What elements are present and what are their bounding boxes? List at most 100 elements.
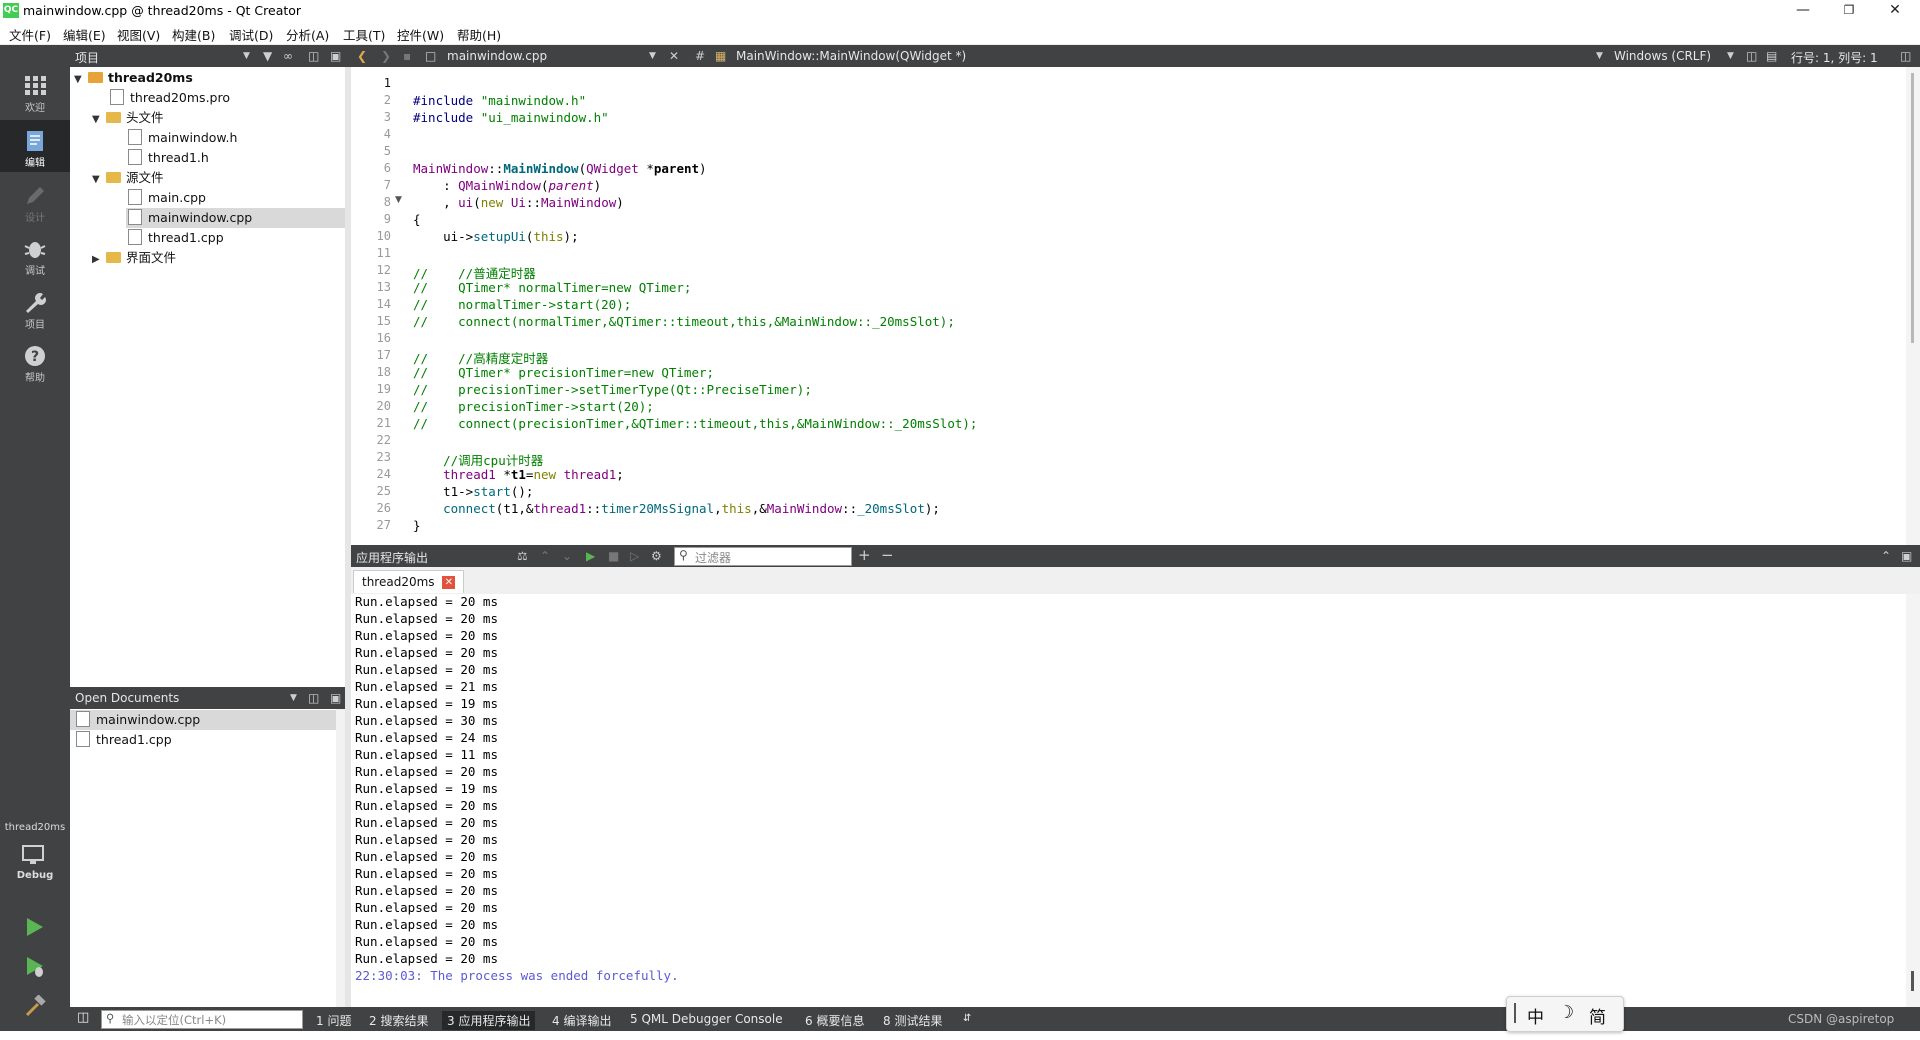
tree-item-thread1-cpp[interactable]: thread1.cpp xyxy=(128,228,224,248)
ime-handle-icon[interactable] xyxy=(1514,1003,1516,1023)
chevron-down-icon[interactable]: ▼ xyxy=(290,693,297,703)
tree-root[interactable]: ▼ thread20ms xyxy=(74,68,351,88)
chevron-down-icon[interactable]: ▼ xyxy=(243,51,250,61)
menu-build[interactable]: 构建(B) xyxy=(172,25,215,44)
debug-run-button[interactable] xyxy=(24,955,46,979)
output-tab[interactable]: thread20ms ✕ xyxy=(353,570,465,593)
target-selector[interactable] xyxy=(22,844,48,866)
tree-item-main-cpp[interactable]: main.cpp xyxy=(128,188,206,208)
menu-file[interactable]: 文件(F) xyxy=(9,25,51,44)
close-pane-icon[interactable]: ▣ xyxy=(330,49,341,63)
split-icon[interactable]: ◫ xyxy=(1746,49,1757,63)
step-icon[interactable]: ▷ xyxy=(630,549,639,563)
maximize-button[interactable]: ❐ xyxy=(1826,0,1872,22)
mode-label: 设计 xyxy=(25,213,45,224)
tab-application-output[interactable]: 3 应用程序输出 xyxy=(442,1011,536,1030)
tab-compile-output[interactable]: 4 编译输出 xyxy=(552,1012,611,1029)
close-document-icon[interactable]: ✕ xyxy=(669,49,679,63)
tree-folder-sources[interactable]: ▼ 源文件 xyxy=(92,168,164,188)
output-filter-input[interactable]: ⚲ 过滤器 xyxy=(674,547,852,566)
cpp-file-icon xyxy=(128,229,142,245)
menu-analyze[interactable]: 分析(A) xyxy=(286,25,329,44)
tab-qml-debugger-console[interactable]: 5 QML Debugger Console xyxy=(630,1012,783,1026)
close-pane-icon[interactable]: ▣ xyxy=(330,691,341,705)
mode-help[interactable]: ? 帮助 xyxy=(0,335,70,387)
forward-icon[interactable]: ❯ xyxy=(381,49,391,63)
tree-item-thread1-h[interactable]: thread1.h xyxy=(128,148,209,168)
tree-item-mainwindow-cpp[interactable]: mainwindow.cpp xyxy=(126,208,351,228)
current-symbol[interactable]: MainWindow::MainWindow(QWidget *) xyxy=(736,49,966,63)
toggle-sidebar-icon[interactable]: ◫ xyxy=(77,1010,89,1025)
mode-welcome[interactable]: 欢迎 xyxy=(0,65,70,117)
expand-arrow-icon: ▼ xyxy=(74,74,82,85)
output-line: Run.elapsed = 20 ms xyxy=(355,628,498,643)
tree-item-mainwindow-h[interactable]: mainwindow.h xyxy=(128,128,237,148)
tab-issues[interactable]: 1 问题 xyxy=(316,1012,351,1029)
ime-mode-chinese[interactable]: 中 xyxy=(1527,1003,1544,1028)
menu-edit[interactable]: 编辑(E) xyxy=(63,25,106,44)
output-line: Run.elapsed = 20 ms xyxy=(355,832,498,847)
mode-debug[interactable]: 调试 xyxy=(0,228,70,280)
pane-splitter[interactable] xyxy=(345,67,351,1007)
mode-design[interactable]: 设计 xyxy=(0,175,70,227)
output-line: Run.elapsed = 20 ms xyxy=(355,815,498,830)
down-icon[interactable]: ⌄ xyxy=(562,549,572,563)
link-icon[interactable]: ∞ xyxy=(283,49,293,63)
menu-tools[interactable]: 工具(T) xyxy=(343,25,385,44)
moon-icon[interactable]: ☽ xyxy=(1558,1002,1574,1023)
back-icon[interactable]: ❮ xyxy=(357,49,367,63)
ime-simplified[interactable]: 简 xyxy=(1589,1003,1606,1028)
build-button[interactable] xyxy=(24,994,46,1017)
split-icon[interactable]: ◫ xyxy=(308,49,319,63)
menu-view[interactable]: 视图(V) xyxy=(117,25,160,44)
tab-test-results[interactable]: 8 测试结果 xyxy=(883,1012,942,1029)
split-icon[interactable]: ◫ xyxy=(308,691,319,705)
application-output[interactable]: Run.elapsed = 20 ms Run.elapsed = 20 ms … xyxy=(351,594,1920,1007)
rerun-icon[interactable]: ▶ xyxy=(586,549,595,563)
up-icon[interactable]: ⌃ xyxy=(540,549,550,563)
line-ending[interactable]: Windows (CRLF) xyxy=(1614,49,1711,63)
filter-icon[interactable]: ▼ xyxy=(263,49,272,63)
open-doc-thread1-cpp[interactable]: thread1.cpp xyxy=(76,730,172,750)
mode-projects[interactable]: 项目 xyxy=(0,282,70,334)
menu-controls[interactable]: 控件(W) xyxy=(397,25,444,44)
tab-general-messages[interactable]: 6 概要信息 xyxy=(805,1012,864,1029)
chevron-down-icon[interactable]: ▼ xyxy=(1596,51,1603,61)
current-file[interactable]: mainwindow.cpp xyxy=(447,49,547,63)
menu-help[interactable]: 帮助(H) xyxy=(457,25,501,44)
attach-icon[interactable]: ⚖ xyxy=(517,549,528,563)
open-doc-mainwindow-cpp[interactable]: mainwindow.cpp xyxy=(70,710,338,730)
split-icon[interactable]: ◫ xyxy=(1900,49,1911,63)
locator-input[interactable]: ⚲ 输入以定位(Ctrl+K) xyxy=(101,1010,303,1029)
more-tabs-icon[interactable]: ⇵ xyxy=(963,1013,971,1024)
chevron-down-icon[interactable]: ▼ xyxy=(649,51,656,61)
gear-icon[interactable]: ⚙ xyxy=(651,549,662,563)
tree-folder-forms[interactable]: ▶ 界面文件 xyxy=(92,248,176,268)
tree-item-pro[interactable]: thread20ms.pro xyxy=(110,88,230,108)
document-icon[interactable]: ▤ xyxy=(1766,49,1777,63)
open-documents-list: mainwindow.cpp thread1.cpp xyxy=(70,709,351,1007)
editor-scrollbar[interactable] xyxy=(1906,67,1920,545)
chevron-down-icon[interactable]: ▼ xyxy=(1727,51,1734,61)
tab-search-results[interactable]: 2 搜索结果 xyxy=(369,1012,428,1029)
maximize-pane-icon[interactable]: ⌃ xyxy=(1881,549,1891,563)
add-icon[interactable]: + xyxy=(858,546,871,564)
close-pane-icon[interactable]: ▣ xyxy=(1901,549,1912,563)
menu-debug[interactable]: 调试(D) xyxy=(229,25,273,44)
cpp-file-icon xyxy=(76,731,90,747)
tree-folder-headers[interactable]: ▼ 头文件 xyxy=(92,108,164,128)
run-button[interactable] xyxy=(24,916,46,938)
scrollbar-thumb[interactable] xyxy=(1911,73,1914,343)
stop-icon[interactable]: ■ xyxy=(608,549,619,563)
fold-marker-icon[interactable]: ▼ xyxy=(395,195,402,205)
code-editor[interactable]: 1 2 3 4 5 6 7 8 9 10 11 12 13 14 15 16 1… xyxy=(351,67,1920,545)
minimize-button[interactable]: — xyxy=(1780,0,1826,22)
scrollbar-thumb[interactable] xyxy=(1911,971,1914,991)
remove-icon[interactable]: − xyxy=(881,546,894,564)
close-button[interactable]: ✕ xyxy=(1872,0,1918,22)
mode-edit[interactable]: 编辑 xyxy=(0,120,70,172)
close-tab-icon[interactable]: ✕ xyxy=(442,576,456,589)
cpp-file-icon xyxy=(128,209,142,225)
open-docs-title: Open Documents xyxy=(75,691,180,705)
output-scrollbar[interactable] xyxy=(1906,594,1920,1007)
